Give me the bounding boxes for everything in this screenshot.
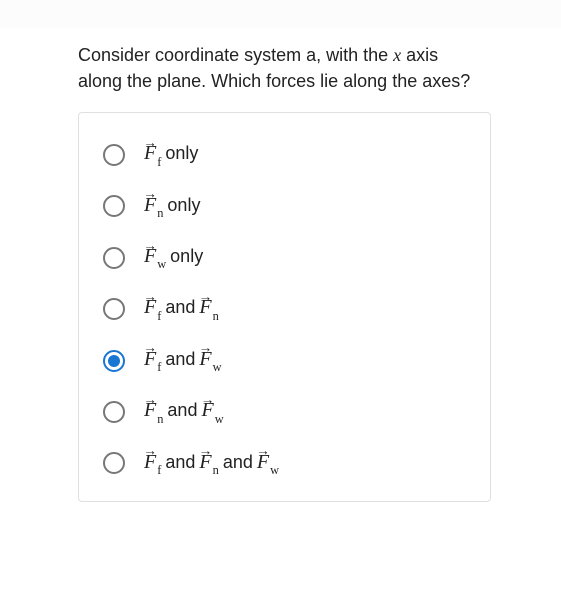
radio-option-6[interactable]: [103, 401, 125, 423]
option-label-5: →Ff and →Fw: [143, 349, 223, 372]
word-only: only: [165, 144, 198, 162]
option-label-7: →Ff and →Fn and →Fw: [143, 452, 280, 475]
question-block: Consider coordinate system a, with the x…: [0, 28, 561, 112]
subscript-f: f: [157, 155, 161, 169]
word-and: and: [167, 401, 197, 419]
vector-arrow-icon: →: [143, 341, 155, 355]
answer-panel: →Ff only →Fn only →Fw only →Ff and →Fn→F…: [78, 112, 491, 502]
subscript-f: f: [157, 309, 161, 323]
force-vector-Fn: →Fn: [198, 297, 219, 320]
force-vector-Fw: →Fw: [256, 452, 280, 475]
radio-option-7[interactable]: [103, 452, 125, 474]
subscript-w: w: [215, 412, 224, 426]
vector-arrow-icon: →: [143, 239, 155, 253]
subscript-f: f: [157, 463, 161, 477]
radio-option-2[interactable]: [103, 195, 125, 217]
radio-option-5[interactable]: [103, 350, 125, 372]
option-4[interactable]: →Ff and →Fn: [103, 297, 466, 320]
option-label-1: →Ff only: [143, 143, 201, 166]
option-label-6: →Fn and →Fw: [143, 400, 225, 423]
word-and: and: [165, 298, 195, 316]
radio-option-3[interactable]: [103, 247, 125, 269]
word-only: only: [170, 247, 203, 265]
force-vector-Ff: →Ff: [143, 349, 162, 372]
option-3[interactable]: →Fw only: [103, 246, 466, 269]
option-7[interactable]: →Ff and →Fn and →Fw: [103, 452, 466, 475]
vector-arrow-icon: →: [201, 393, 213, 407]
question-x-italic: x: [393, 45, 401, 65]
vector-arrow-icon: →: [199, 290, 211, 304]
vector-arrow-icon: →: [199, 444, 211, 458]
word-and: and: [165, 350, 195, 368]
subscript-w: w: [213, 360, 222, 374]
option-label-2: →Fn only: [143, 195, 203, 218]
word-and: and: [223, 453, 253, 471]
subscript-f: f: [157, 360, 161, 374]
top-band: [0, 0, 561, 28]
force-vector-Fw: →Fw: [200, 400, 224, 423]
subscript-w: w: [270, 463, 279, 477]
radio-option-1[interactable]: [103, 144, 125, 166]
option-label-4: →Ff and →Fn: [143, 297, 220, 320]
subscript-n: n: [213, 463, 219, 477]
option-1[interactable]: →Ff only: [103, 143, 466, 166]
option-6[interactable]: →Fn and →Fw: [103, 400, 466, 423]
option-2[interactable]: →Fn only: [103, 195, 466, 218]
force-vector-Fn: →Fn: [143, 400, 164, 423]
word-only: only: [167, 196, 200, 214]
force-vector-Ff: →Ff: [143, 452, 162, 475]
subscript-n: n: [157, 412, 163, 426]
vector-arrow-icon: →: [143, 444, 155, 458]
force-vector-Fn: →Fn: [198, 452, 219, 475]
option-5[interactable]: →Ff and →Fw: [103, 349, 466, 372]
question-text: Consider coordinate system a, with the x…: [78, 42, 483, 94]
subscript-n: n: [157, 206, 163, 220]
vector-arrow-icon: →: [143, 187, 155, 201]
force-vector-Fw: →Fw: [198, 349, 222, 372]
option-label-3: →Fw only: [143, 246, 206, 269]
vector-arrow-icon: →: [199, 341, 211, 355]
radio-option-4[interactable]: [103, 298, 125, 320]
subscript-n: n: [213, 309, 219, 323]
force-vector-Fw: →Fw: [143, 246, 167, 269]
vector-arrow-icon: →: [143, 136, 155, 150]
subscript-w: w: [157, 257, 166, 271]
word-and: and: [165, 453, 195, 471]
question-prefix: Consider coordinate system a, with the: [78, 45, 393, 65]
force-vector-Ff: →Ff: [143, 143, 162, 166]
vector-arrow-icon: →: [143, 290, 155, 304]
vector-arrow-icon: →: [143, 393, 155, 407]
vector-arrow-icon: →: [256, 444, 268, 458]
force-vector-Fn: →Fn: [143, 195, 164, 218]
force-vector-Ff: →Ff: [143, 297, 162, 320]
